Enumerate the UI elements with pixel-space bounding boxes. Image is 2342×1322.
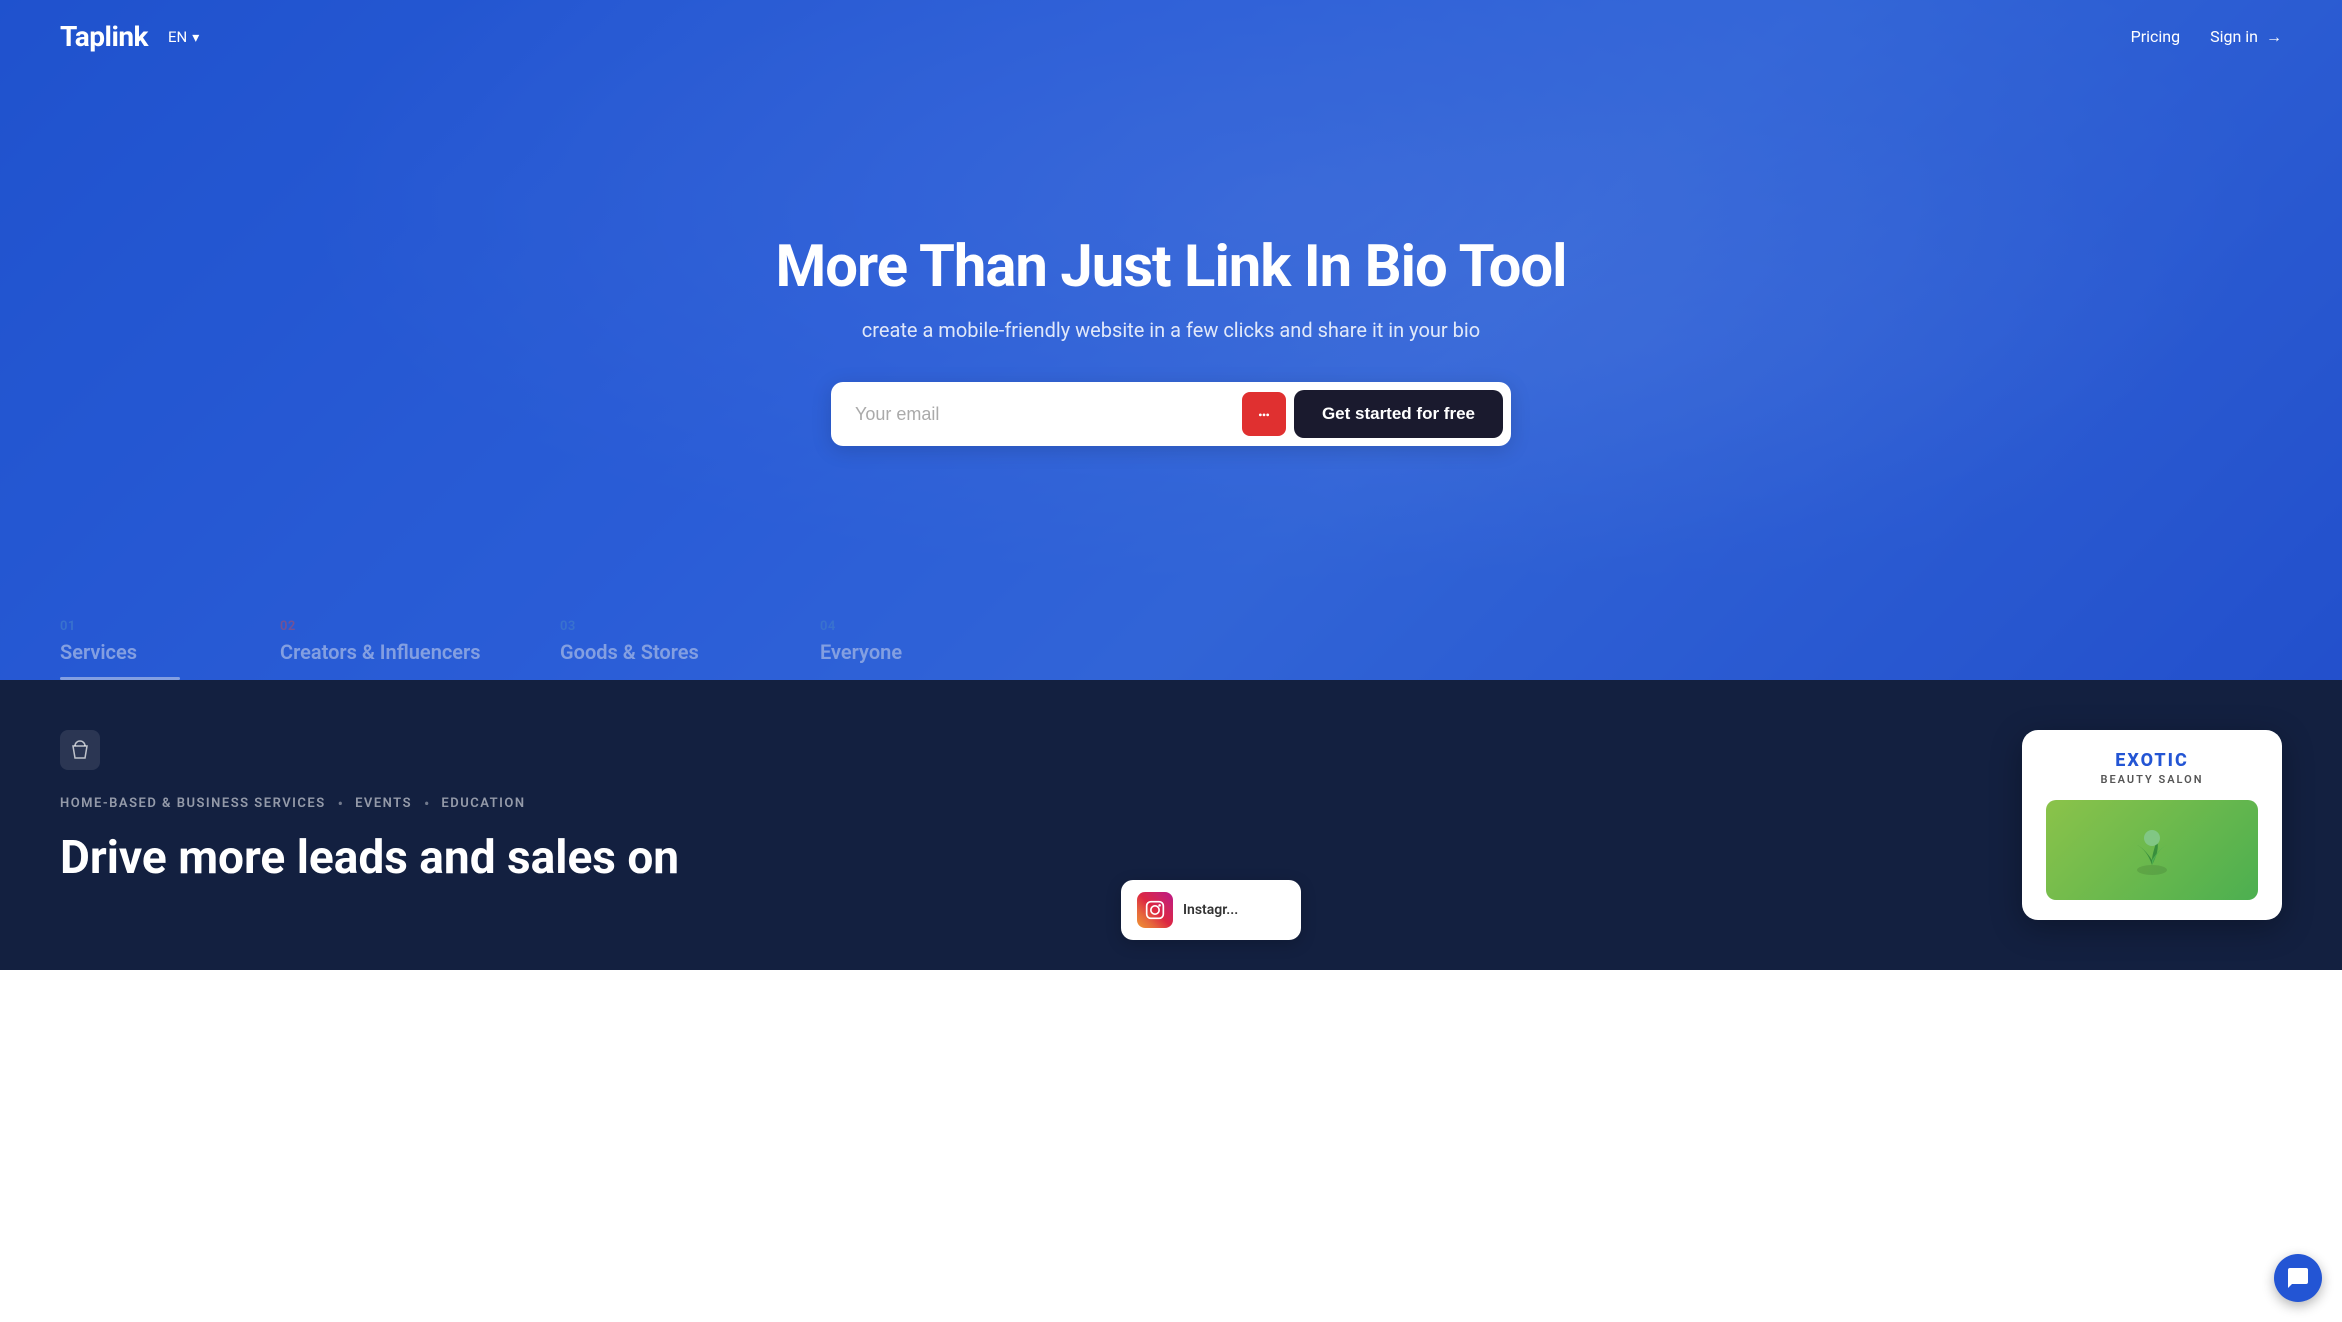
bag-icon-container xyxy=(60,730,1141,774)
content-tags: HOME-BASED & BUSINESS SERVICES • EVENTS … xyxy=(60,794,1141,813)
instagram-label: Instagr... xyxy=(1183,902,1238,918)
email-input[interactable] xyxy=(855,394,1242,435)
chevron-down-icon xyxy=(192,28,199,46)
hero-section: More Than Just Link In Bio Tool create a… xyxy=(0,0,2342,680)
chat-bubble[interactable] xyxy=(2274,1254,2322,1302)
hero-form: Get started for free xyxy=(831,382,1511,446)
tag-dot-1: • xyxy=(338,794,343,813)
exotic-title: EXOTIC xyxy=(2046,750,2258,771)
content-section: HOME-BASED & BUSINESS SERVICES • EVENTS … xyxy=(0,680,2342,970)
signin-link[interactable]: Sign in xyxy=(2210,27,2282,47)
signin-label: Sign in xyxy=(2210,27,2258,46)
hero-title: More Than Just Link In Bio Tool xyxy=(776,234,1567,301)
email-icon-button[interactable] xyxy=(1242,392,1286,436)
lang-selector[interactable]: EN xyxy=(168,28,199,46)
content-left: HOME-BASED & BUSINESS SERVICES • EVENTS … xyxy=(60,730,1141,884)
exotic-card: EXOTIC BEAUTY SALON xyxy=(2022,730,2282,920)
content-right: Instagr... EXOTIC BEAUTY SALON xyxy=(1201,730,2282,920)
message-icon xyxy=(1253,403,1275,425)
pricing-link[interactable]: Pricing xyxy=(2131,27,2181,46)
header-left: Taplink EN xyxy=(60,20,199,53)
tag-dot-2: • xyxy=(424,794,429,813)
arrow-right-icon xyxy=(2266,27,2282,47)
tag-services: HOME-BASED & BUSINESS SERVICES xyxy=(60,796,326,811)
exotic-subtitle: BEAUTY SALON xyxy=(2046,773,2258,786)
plant-icon xyxy=(2122,820,2182,880)
logo[interactable]: Taplink xyxy=(60,20,148,53)
tag-education: EDUCATION xyxy=(441,796,525,811)
chat-icon xyxy=(2286,1266,2310,1290)
header: Taplink EN Pricing Sign in xyxy=(0,0,2342,73)
instagram-card: Instagr... xyxy=(1121,880,1301,940)
lang-label: EN xyxy=(168,28,187,46)
tag-events: EVENTS xyxy=(355,796,412,811)
hero-content: More Than Just Link In Bio Tool create a… xyxy=(756,234,1587,447)
get-started-button[interactable]: Get started for free xyxy=(1294,390,1503,438)
hero-subtitle: create a mobile-friendly website in a fe… xyxy=(776,318,1567,342)
instagram-icon xyxy=(1137,892,1173,928)
content-headline: Drive more leads and sales on xyxy=(60,833,1141,884)
header-right: Pricing Sign in xyxy=(2131,27,2282,47)
bag-icon xyxy=(60,730,100,770)
exotic-image xyxy=(2046,800,2258,900)
